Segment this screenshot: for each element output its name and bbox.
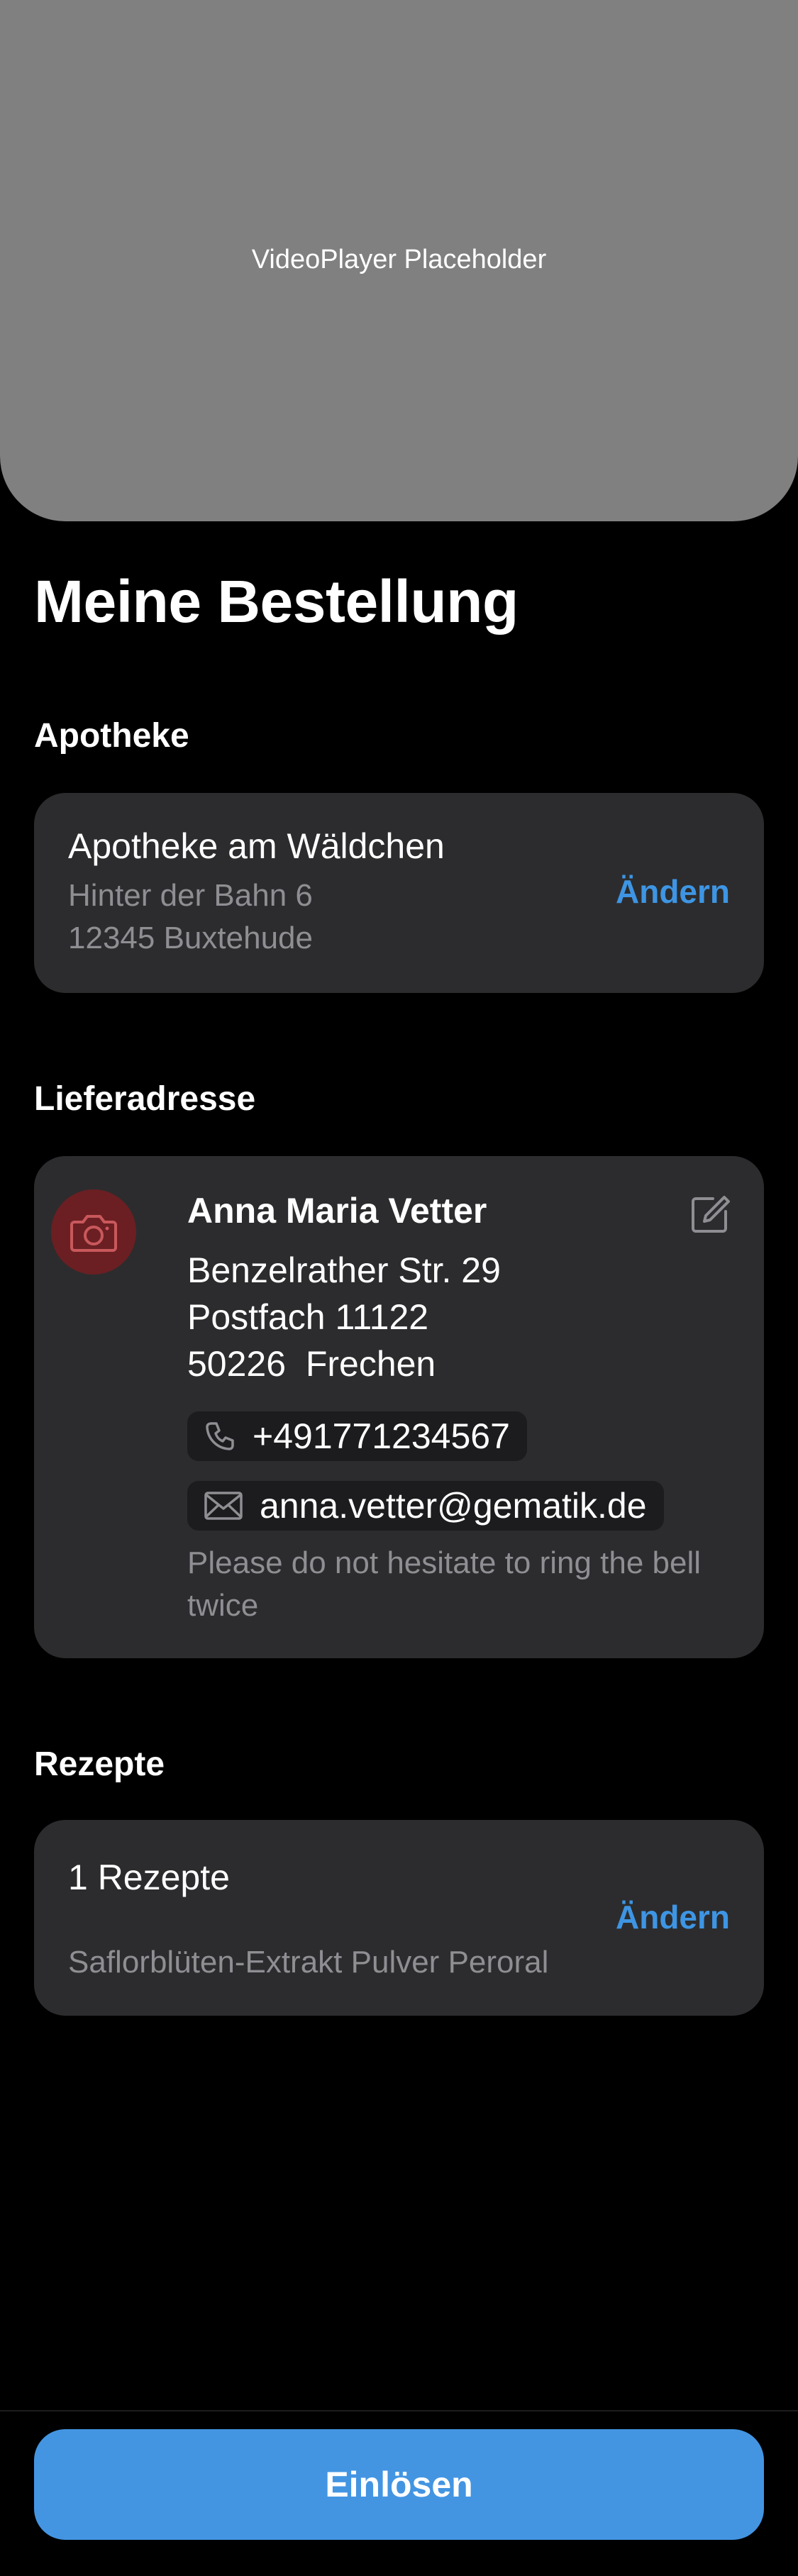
pharmacy-section-title: Apotheke — [34, 717, 189, 755]
bottom-action-bar: Einlösen — [0, 2410, 798, 2576]
phone-icon — [206, 1422, 234, 1450]
page-title: Meine Bestellung — [34, 568, 519, 635]
prescription-count: 1 Rezepte — [68, 1858, 230, 1897]
avatar[interactable] — [51, 1189, 136, 1275]
prescription-item: Saflorblüten-Extrakt Pulver Peroral — [68, 1945, 549, 1980]
phone-chip[interactable]: +491771234567 — [187, 1411, 527, 1461]
prescriptions-card: 1 Rezepte Saflorblüten-Extrakt Pulver Pe… — [34, 1820, 764, 2016]
delivery-note: Please do not hesitate to ring the bell … — [187, 1545, 702, 1623]
email-address: anna.vetter@gematik.de — [260, 1486, 647, 1526]
recipient-city: 50226 Frechen — [187, 1344, 436, 1384]
recipient-name: Anna Maria Vetter — [187, 1191, 487, 1231]
recipient-postbox: Postfach 11122 — [187, 1297, 429, 1337]
change-pharmacy-button[interactable]: Ändern — [616, 872, 730, 911]
edit-icon[interactable] — [689, 1193, 731, 1236]
prescriptions-section-title: Rezepte — [34, 1745, 165, 1783]
camera-icon — [70, 1215, 117, 1252]
video-player[interactable]: VideoPlayer Placeholder — [0, 0, 798, 521]
delivery-address-card: Anna Maria Vetter Benzelrather Str. 29 P… — [34, 1156, 764, 1658]
pharmacy-name: Apotheke am Wäldchen — [68, 826, 445, 866]
recipient-street: Benzelrather Str. 29 — [187, 1250, 501, 1290]
pharmacy-city: 12345 Buxtehude — [68, 921, 313, 955]
pharmacy-card: Apotheke am Wäldchen Hinter der Bahn 6 1… — [34, 793, 764, 993]
video-placeholder-label: VideoPlayer Placeholder — [251, 245, 547, 274]
pharmacy-street: Hinter der Bahn 6 — [68, 878, 313, 913]
delivery-section-title: Lieferadresse — [34, 1080, 256, 1118]
change-prescriptions-button[interactable]: Ändern — [616, 1898, 730, 1936]
submit-button[interactable]: Einlösen — [34, 2429, 764, 2540]
phone-number: +491771234567 — [253, 1416, 510, 1456]
mail-icon — [204, 1492, 243, 1520]
email-chip[interactable]: anna.vetter@gematik.de — [187, 1481, 664, 1531]
